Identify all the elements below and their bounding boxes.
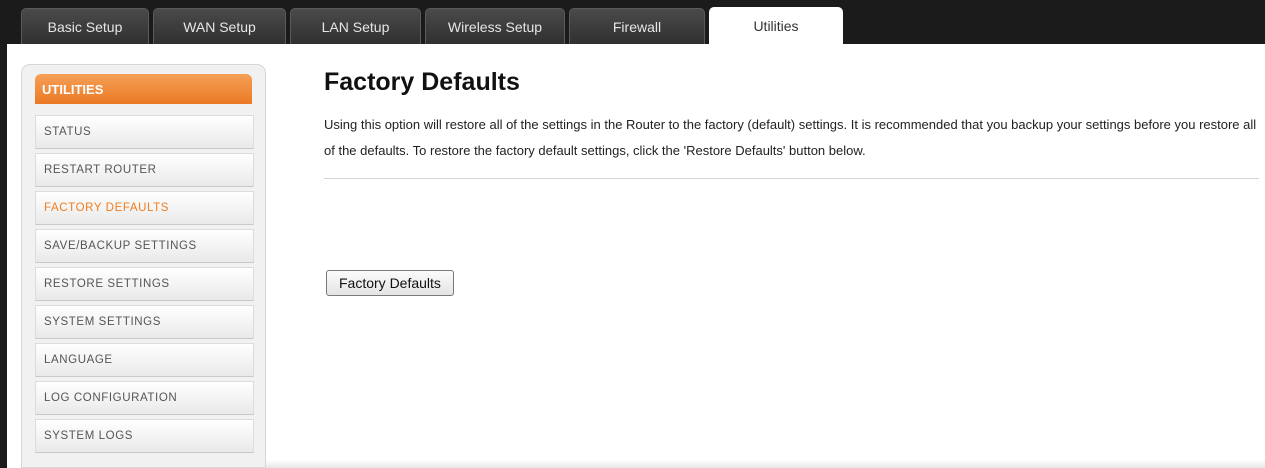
sidebar-item-log-configuration[interactable]: LOG CONFIGURATION bbox=[35, 381, 254, 415]
sidebar-menu: STATUS RESTART ROUTER FACTORY DEFAULTS S… bbox=[35, 115, 254, 457]
utilities-sidebar: UTILITIES STATUS RESTART ROUTER FACTORY … bbox=[21, 64, 266, 468]
page-title: Factory Defaults bbox=[324, 68, 520, 96]
sidebar-item-language[interactable]: LANGUAGE bbox=[35, 343, 254, 377]
divider bbox=[324, 178, 1259, 179]
bottom-shadow bbox=[266, 460, 1265, 468]
sidebar-item-status[interactable]: STATUS bbox=[35, 115, 254, 149]
sidebar-item-system-settings[interactable]: SYSTEM SETTINGS bbox=[35, 305, 254, 339]
tab-wireless-setup[interactable]: Wireless Setup bbox=[425, 8, 565, 44]
sidebar-item-restore-settings[interactable]: RESTORE SETTINGS bbox=[35, 267, 254, 301]
factory-defaults-button[interactable]: Factory Defaults bbox=[326, 270, 454, 296]
tab-firewall[interactable]: Firewall bbox=[569, 8, 705, 44]
tab-utilities[interactable]: Utilities bbox=[709, 7, 843, 44]
sidebar-item-factory-defaults[interactable]: FACTORY DEFAULTS bbox=[35, 191, 254, 225]
sidebar-item-restart-router[interactable]: RESTART ROUTER bbox=[35, 153, 254, 187]
tab-basic-setup[interactable]: Basic Setup bbox=[21, 8, 149, 44]
tab-lan-setup[interactable]: LAN Setup bbox=[290, 8, 421, 44]
main-content: Factory Defaults Using this option will … bbox=[324, 66, 1259, 296]
tab-wan-setup[interactable]: WAN Setup bbox=[153, 8, 286, 44]
sidebar-item-save-backup-settings[interactable]: SAVE/BACKUP SETTINGS bbox=[35, 229, 254, 263]
top-nav-bar: Basic Setup WAN Setup LAN Setup Wireless… bbox=[7, 0, 1265, 44]
sidebar-header: UTILITIES bbox=[35, 74, 252, 104]
page-description: Using this option will restore all of th… bbox=[324, 117, 1257, 158]
tab-strip: Basic Setup WAN Setup LAN Setup Wireless… bbox=[21, 7, 847, 44]
window-frame-left bbox=[0, 0, 7, 468]
sidebar-item-system-logs[interactable]: SYSTEM LOGS bbox=[35, 419, 254, 453]
